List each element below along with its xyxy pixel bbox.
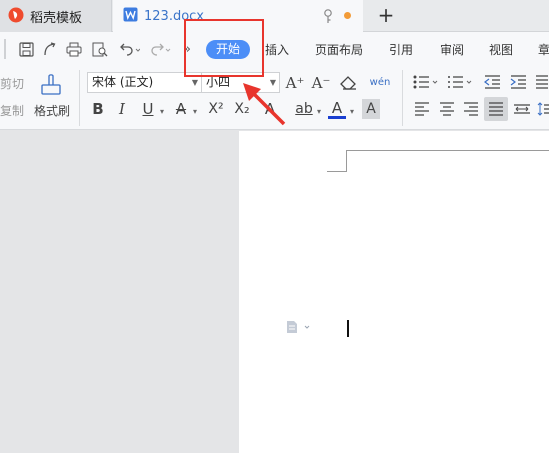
save-icon[interactable] [18, 40, 34, 58]
increase-indent-icon[interactable] [508, 73, 528, 91]
underline-button[interactable]: U [139, 99, 157, 119]
separator [4, 39, 6, 59]
char-shading-button[interactable]: A [362, 99, 380, 119]
distributed-align-icon[interactable] [512, 100, 532, 118]
margin-marker [346, 150, 347, 172]
font-color-button[interactable]: A [328, 99, 346, 119]
tab-review[interactable]: 审阅 [440, 41, 464, 58]
line-spacing-icon[interactable] [536, 100, 549, 118]
paragraph-handle-icon[interactable] [286, 320, 312, 337]
tab-references[interactable]: 引用 [389, 41, 413, 58]
tab-label: 稻壳模板 [30, 10, 83, 26]
align-right-icon[interactable] [461, 100, 481, 118]
tab-bar: 稻壳模板 123.docx + [0, 0, 549, 32]
tab-chapter[interactable]: 章 [538, 41, 549, 58]
bold-button[interactable]: B [89, 99, 107, 119]
redo-icon[interactable] [150, 40, 172, 58]
chevron-down-icon[interactable]: ▾ [348, 106, 356, 116]
format-painter-label[interactable]: 格式刷 [30, 102, 74, 118]
chevron-down-icon[interactable]: ▾ [315, 106, 323, 116]
bullet-list-icon[interactable] [412, 73, 440, 91]
word-doc-icon [123, 7, 138, 25]
annotation-highlight-box [184, 19, 264, 77]
document-page[interactable] [239, 131, 549, 453]
cut-button[interactable]: 剪切 [0, 75, 24, 92]
clear-format-icon[interactable] [339, 73, 359, 93]
chevron-down-icon[interactable]: ▾ [191, 106, 199, 116]
text-cursor [347, 320, 349, 337]
unsaved-dot-icon [344, 12, 351, 19]
new-tab-button[interactable]: + [374, 4, 398, 28]
undo-icon[interactable] [117, 40, 141, 58]
phonetic-guide-button[interactable]: wén [365, 71, 395, 93]
separator [79, 70, 80, 126]
align-center-icon[interactable] [437, 100, 457, 118]
tab-insert[interactable]: 插入 [265, 41, 289, 58]
text-direction-icon[interactable] [534, 73, 549, 91]
shrink-font-button[interactable]: A⁻ [312, 73, 331, 93]
font-name-value: 宋体 (正文) [92, 75, 154, 89]
docer-logo-icon [8, 7, 24, 26]
numbered-list-icon[interactable] [446, 73, 474, 91]
annotation-arrow-icon [240, 80, 288, 131]
chevron-down-icon[interactable]: ▾ [158, 106, 166, 116]
font-size-value: 小四 [206, 75, 231, 89]
menu-bar: » 开始 插入 页面布局 引用 审阅 视图 章 [0, 32, 549, 66]
justify-icon[interactable] [484, 97, 508, 121]
tab-view[interactable]: 视图 [489, 41, 513, 58]
margin-marker [346, 150, 549, 151]
decrease-indent-icon[interactable] [482, 73, 502, 91]
highlight-button[interactable]: ab [294, 99, 314, 119]
strikethrough-button[interactable]: A [172, 99, 190, 119]
copy-button[interactable]: 复制 [0, 102, 24, 119]
export-pdf-icon[interactable] [41, 40, 57, 58]
tab-page-layout[interactable]: 页面布局 [315, 41, 363, 58]
tab-docer-templates[interactable]: 稻壳模板 [0, 0, 112, 32]
separator [402, 70, 403, 126]
format-painter-icon[interactable] [38, 72, 64, 98]
print-icon[interactable] [65, 40, 82, 58]
align-left-icon[interactable] [412, 100, 432, 118]
grow-font-button[interactable]: A⁺ [286, 73, 305, 93]
pin-icon[interactable] [322, 8, 334, 27]
italic-button[interactable]: I [114, 99, 130, 119]
print-preview-icon[interactable] [91, 40, 108, 58]
margin-marker [327, 171, 347, 172]
superscript-button[interactable]: X² [206, 99, 226, 119]
document-workspace [0, 131, 549, 453]
